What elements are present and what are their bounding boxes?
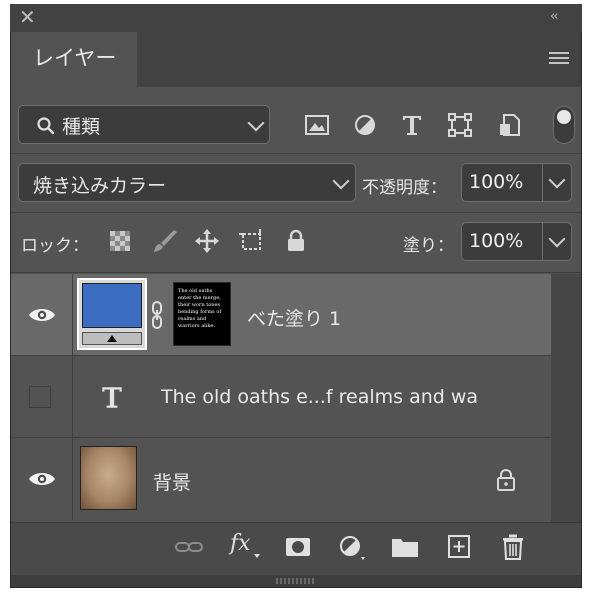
- visibility-eye-icon[interactable]: [28, 470, 56, 488]
- opacity-value: 100%: [469, 171, 524, 193]
- lock-position-icon[interactable]: [194, 228, 220, 254]
- panel-title-bar[interactable]: [10, 4, 582, 32]
- smart-object-filter-icon[interactable]: [497, 113, 523, 137]
- type-filter-icon[interactable]: [399, 113, 425, 137]
- opacity-label: 不透明度：: [362, 178, 447, 198]
- layers-scrollbar[interactable]: [551, 274, 581, 522]
- search-icon: [37, 117, 55, 135]
- lock-transparent-pixels-icon[interactable]: [109, 230, 131, 252]
- layer-name[interactable]: The old oaths e...f realms and wa: [161, 386, 478, 408]
- new-adjustment-layer-icon[interactable]: [336, 533, 366, 561]
- lock-all-icon[interactable]: [285, 228, 307, 254]
- divider: [11, 212, 581, 213]
- fill-value: 100%: [469, 230, 524, 252]
- link-chain-icon[interactable]: [150, 300, 164, 330]
- grip-lines-icon: [276, 578, 316, 584]
- blend-mode-value: 焼き込みカラー: [33, 175, 167, 197]
- fx-menu-arrow-icon: [254, 554, 260, 558]
- visibility-checkbox[interactable]: [29, 386, 51, 408]
- new-layer-icon[interactable]: [444, 533, 474, 561]
- filter-toggle-knob: [557, 110, 571, 124]
- layer-name[interactable]: 背景: [153, 468, 191, 495]
- fill-color-swatch: [82, 283, 142, 328]
- layer-name[interactable]: べた塗り 1: [247, 304, 341, 331]
- lock-label: ロック：: [21, 236, 89, 256]
- fx-icon[interactable]: fx: [230, 531, 251, 556]
- divider: [11, 272, 581, 273]
- trash-icon[interactable]: [498, 533, 528, 561]
- tab-layers-label: レイヤー: [33, 46, 117, 70]
- link-layers-icon[interactable]: [174, 533, 204, 561]
- fill-marker-icon: [107, 335, 117, 342]
- panel-menu-icon[interactable]: [549, 52, 569, 66]
- visibility-column-divider: [72, 356, 73, 438]
- visibility-column-divider: [72, 438, 73, 520]
- filter-kind-label: 種類: [62, 116, 101, 138]
- mask-thumbnail-text: The old oaths enter the merge, their wor…: [178, 288, 222, 329]
- lock-image-pixels-icon[interactable]: [152, 228, 178, 254]
- adjustment-filter-icon[interactable]: [352, 113, 378, 137]
- add-mask-icon[interactable]: [283, 533, 313, 561]
- visibility-column-divider: [72, 274, 73, 356]
- type-layer-icon: [102, 387, 122, 408]
- image-filter-icon[interactable]: [304, 113, 330, 137]
- fill-label: 塗り：: [403, 236, 454, 256]
- new-group-folder-icon[interactable]: [390, 533, 420, 561]
- collapse-icon[interactable]: ‹‹: [550, 9, 559, 24]
- layer-mask-thumbnail[interactable]: The old oaths enter the merge, their wor…: [173, 282, 231, 346]
- divider: [11, 153, 581, 154]
- layer-lock-icon: [497, 469, 515, 491]
- lock-artboard-icon[interactable]: [238, 228, 266, 254]
- shape-filter-icon[interactable]: [447, 113, 473, 137]
- fill-layer-thumbnail[interactable]: [77, 278, 147, 350]
- visibility-eye-icon[interactable]: [28, 306, 56, 324]
- close-icon[interactable]: ✕: [19, 7, 37, 27]
- background-thumbnail[interactable]: [80, 446, 137, 510]
